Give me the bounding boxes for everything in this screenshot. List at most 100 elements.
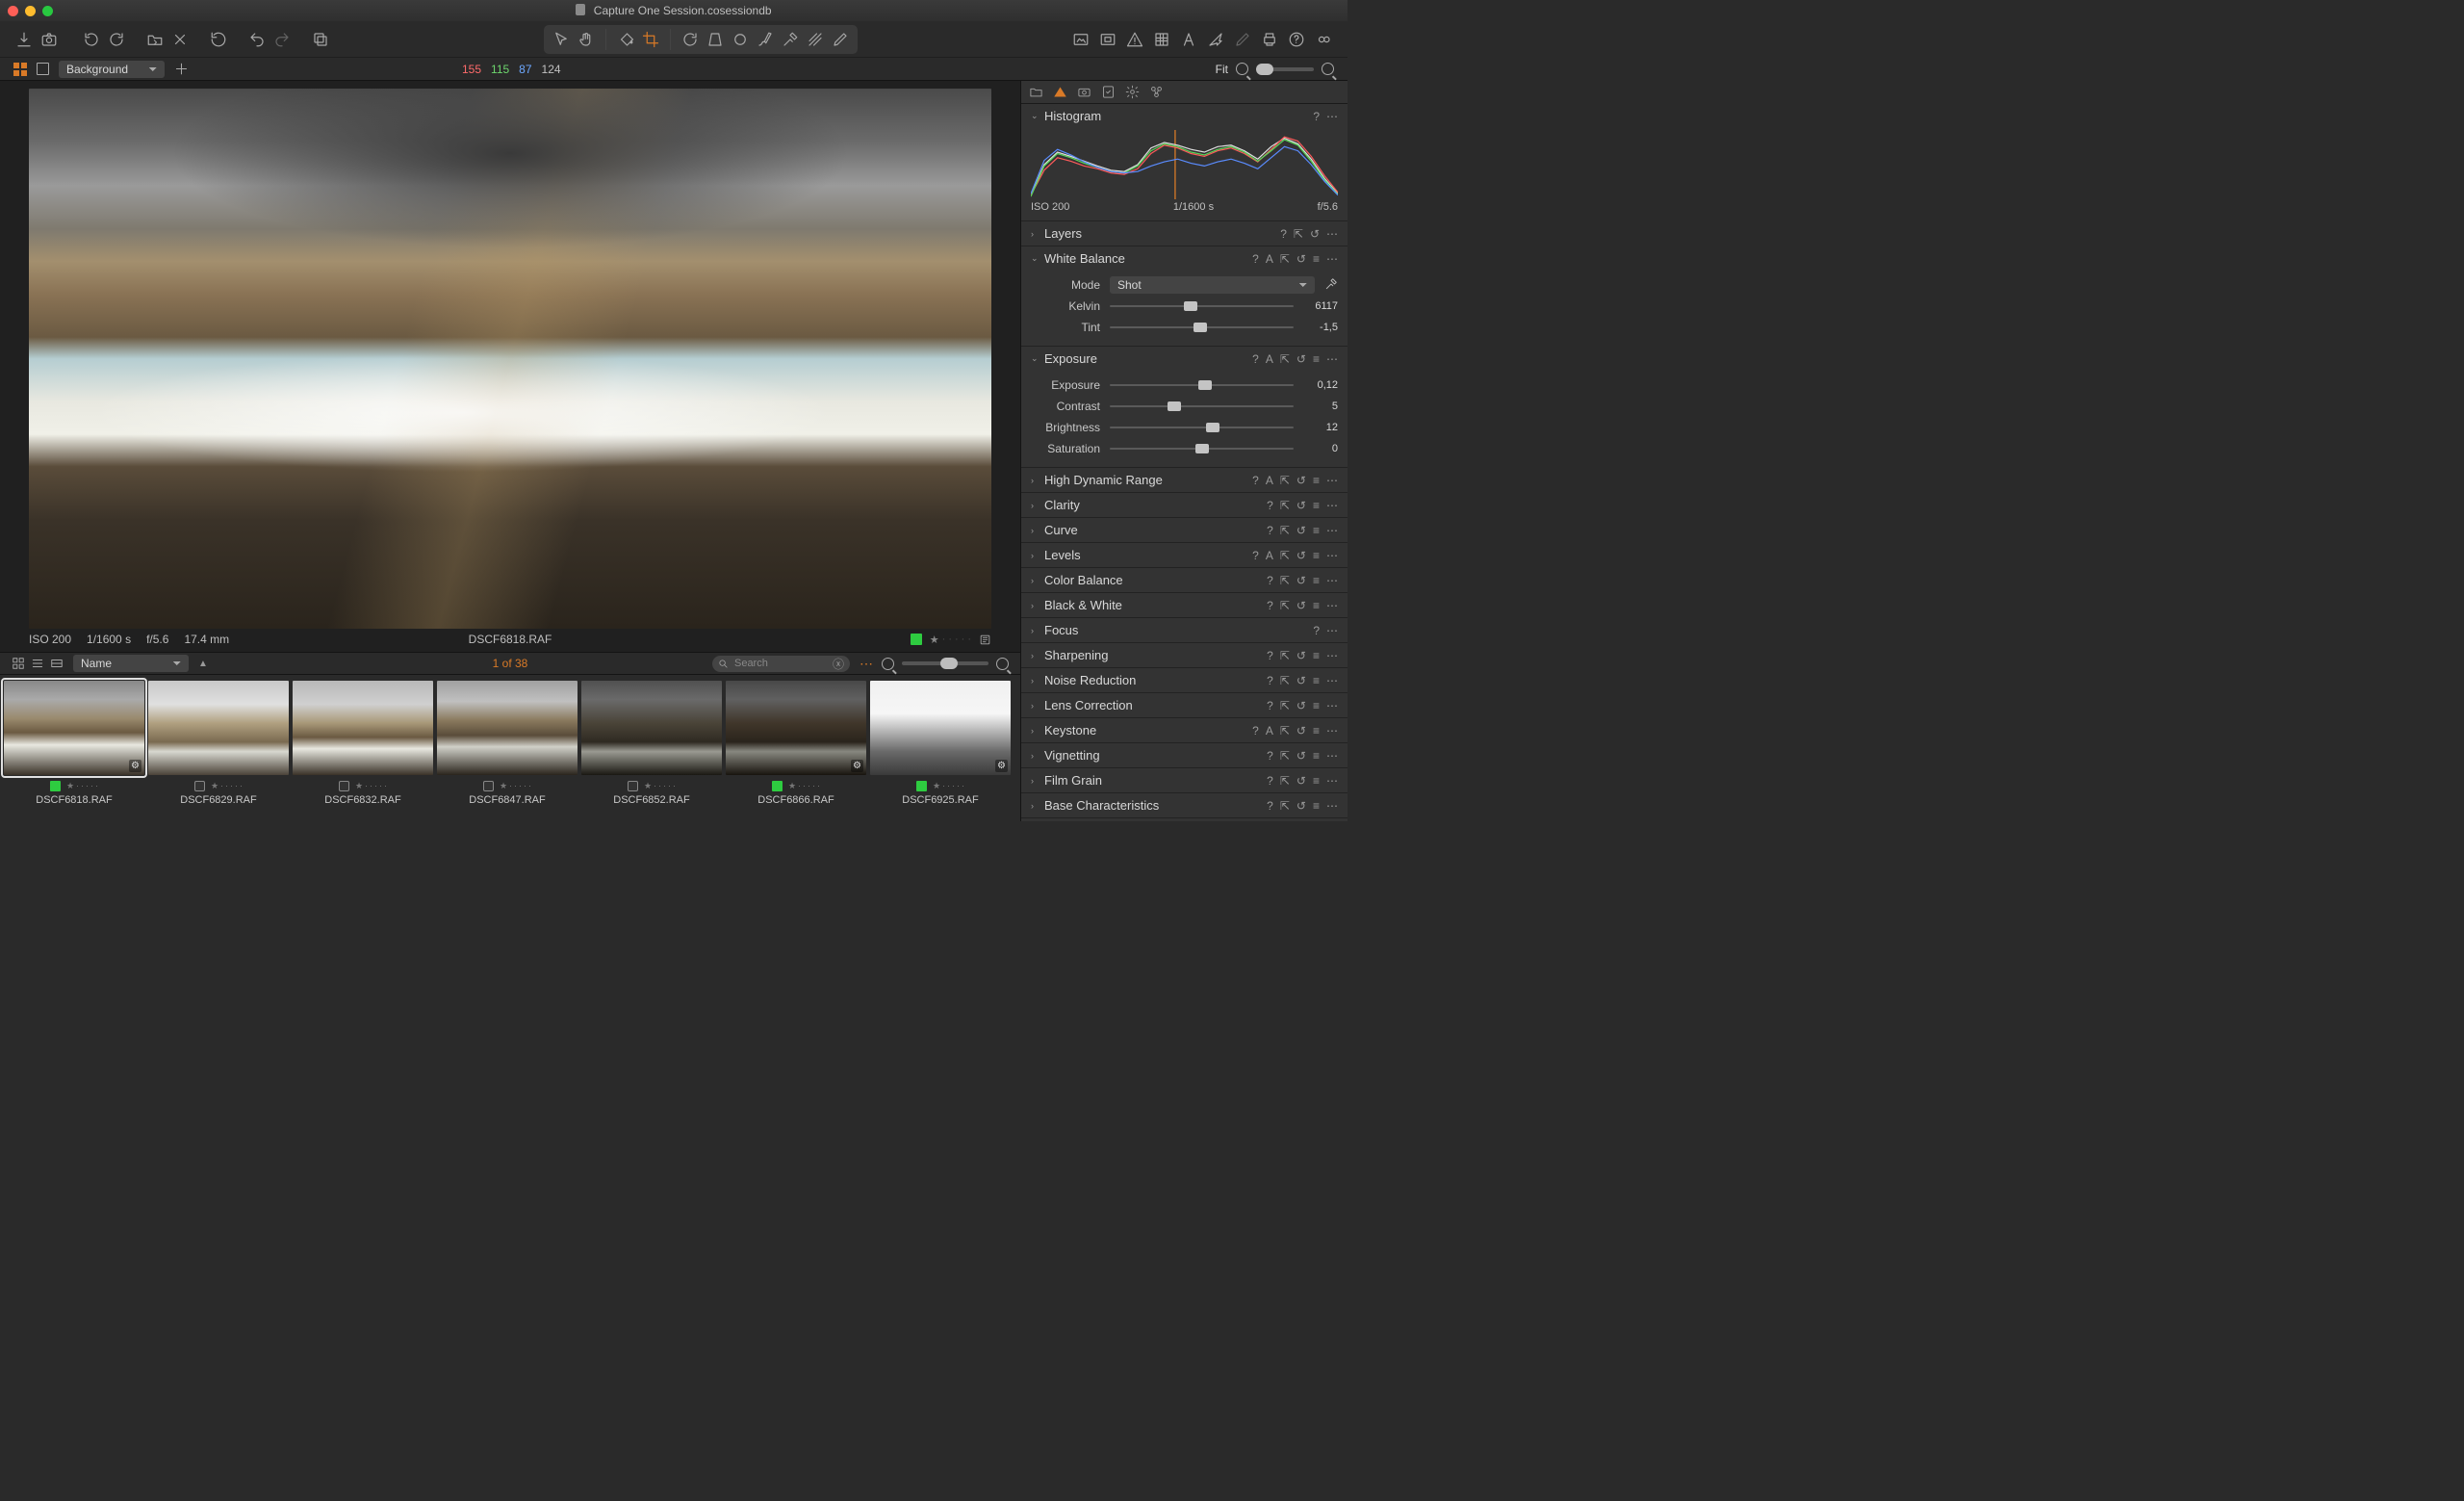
tool-action-icon[interactable]: ? <box>1267 699 1273 712</box>
redo-icon[interactable] <box>271 29 293 50</box>
spot-tool-icon[interactable] <box>729 28 752 51</box>
section-header-bw[interactable]: ›Black & White?⇱↺≡⋯ <box>1021 593 1348 617</box>
import-icon[interactable] <box>13 29 35 50</box>
image-viewer[interactable] <box>0 81 1020 631</box>
tool-action-icon[interactable]: ≡ <box>1313 699 1320 712</box>
edit-with-icon[interactable] <box>1232 29 1253 50</box>
wb-mode-select[interactable]: Shot <box>1110 276 1315 294</box>
tool-action-icon[interactable]: ≡ <box>1313 574 1320 587</box>
section-header-exposure[interactable]: ⌄ Exposure ?A⇱↺≡⋯ <box>1021 347 1348 371</box>
paint-bucket-tool-icon[interactable] <box>614 28 637 51</box>
text-icon[interactable] <box>1178 29 1199 50</box>
tool-action-icon[interactable]: ≡ <box>1313 799 1320 813</box>
tool-action-icon[interactable]: ? <box>1252 549 1259 562</box>
wb-tint-slider[interactable] <box>1110 321 1294 334</box>
layer-select[interactable]: Background <box>59 61 165 78</box>
tool-action-icon[interactable]: ≡ <box>1313 674 1320 687</box>
tool-action-icon[interactable]: ↺ <box>1296 474 1306 487</box>
tool-action-icon[interactable]: ⋯ <box>1326 699 1338 712</box>
print-icon[interactable] <box>1259 29 1280 50</box>
tool-action-icon[interactable]: ⇱ <box>1280 574 1290 587</box>
section-header-layers[interactable]: › Layers ?⇱↺⋯ <box>1021 221 1348 246</box>
section-header-histogram[interactable]: ⌄ Histogram ?⋯ <box>1021 104 1348 128</box>
section-header-lens[interactable]: ›Lens Correction?⇱↺≡⋯ <box>1021 693 1348 717</box>
thumb-rating[interactable]: ★ ····· <box>933 781 964 791</box>
annotation-tool-icon[interactable] <box>829 28 852 51</box>
tool-action-icon[interactable]: ⋯ <box>1326 774 1338 788</box>
tool-action-icon[interactable]: ⇱ <box>1280 549 1290 562</box>
tool-action-icon[interactable]: ⇱ <box>1280 674 1290 687</box>
section-header-base_char[interactable]: ›Base Characteristics?⇱↺≡⋯ <box>1021 793 1348 817</box>
tool-action-icon[interactable]: ⇱ <box>1280 724 1290 738</box>
brush-tool-icon[interactable] <box>754 28 777 51</box>
star-rating[interactable]: ★····· <box>930 634 971 646</box>
tool-action-icon[interactable]: ? <box>1267 524 1273 537</box>
sort-direction-icon[interactable]: ▲ <box>198 659 208 669</box>
exposure-warning-icon[interactable] <box>1070 29 1091 50</box>
tool-action-icon[interactable]: ≡ <box>1313 649 1320 662</box>
tool-action-icon[interactable]: ≡ <box>1313 474 1320 487</box>
tool-action-icon[interactable]: ↺ <box>1296 699 1306 712</box>
exp-contrast-slider[interactable] <box>1110 400 1294 413</box>
section-header-film_grain[interactable]: ›Film Grain?⇱↺≡⋯ <box>1021 768 1348 792</box>
tool-action-icon[interactable]: ⇱ <box>1280 599 1290 612</box>
tool-action-icon[interactable]: ⋯ <box>1326 524 1338 537</box>
thumbnail-card[interactable]: ⚙★ ·····DSCF6818.RAF <box>4 681 144 819</box>
thumbnail-card[interactable]: ★ ·····DSCF6852.RAF <box>581 681 722 819</box>
wb-kelvin-slider[interactable] <box>1110 299 1294 313</box>
capture-icon[interactable] <box>38 29 60 50</box>
color-tag-green[interactable] <box>911 634 922 645</box>
add-layer-button[interactable]: ＋ <box>174 59 189 79</box>
thumb-zoom-slider[interactable] <box>902 661 988 665</box>
grid-overlay-icon[interactable] <box>1151 29 1172 50</box>
tool-action-icon[interactable]: ↺ <box>1296 649 1306 662</box>
zoom-in-icon[interactable] <box>1322 63 1334 75</box>
tool-action-icon[interactable]: ⇱ <box>1280 474 1290 487</box>
tool-action-icon[interactable]: ? <box>1267 574 1273 587</box>
tool-action-icon[interactable]: ≡ <box>1313 524 1320 537</box>
section-header-curve[interactable]: ›Curve?⇱↺≡⋯ <box>1021 518 1348 542</box>
help-icon[interactable]: ? <box>1313 110 1320 123</box>
tool-action-icon[interactable]: ⇱ <box>1280 524 1290 537</box>
exp-brightness-slider[interactable] <box>1110 421 1294 434</box>
thumb-color-tag[interactable] <box>772 781 783 791</box>
tool-action-icon[interactable]: A <box>1266 724 1273 738</box>
thumb-rating[interactable]: ★ ····· <box>355 781 387 791</box>
multi-view-icon[interactable] <box>13 63 27 76</box>
sort-select[interactable]: Name <box>73 655 189 672</box>
tool-action-icon[interactable]: ? <box>1267 599 1273 612</box>
tool-action-icon[interactable]: ⇱ <box>1280 699 1290 712</box>
tool-action-icon[interactable]: ⋯ <box>1326 674 1338 687</box>
thumbnail-card[interactable]: ★ ·····DSCF6832.RAF <box>293 681 433 819</box>
tool-action-icon[interactable]: ⇱ <box>1280 499 1290 512</box>
section-header-vignetting[interactable]: ›Vignetting?⇱↺≡⋯ <box>1021 743 1348 767</box>
menu-icon[interactable]: ⋯ <box>1326 110 1338 123</box>
metadata-icon[interactable] <box>979 634 991 646</box>
rotate-tool-icon[interactable] <box>679 28 702 51</box>
tool-action-icon[interactable]: ⋯ <box>1326 749 1338 763</box>
tool-action-icon[interactable]: ≡ <box>1313 499 1320 512</box>
tool-action-icon[interactable]: ⋯ <box>1326 499 1338 512</box>
thumbnail-card[interactable]: ★ ·····DSCF6847.RAF <box>437 681 578 819</box>
exp-exposure-slider[interactable] <box>1110 378 1294 392</box>
thumb-rating[interactable]: ★ ····· <box>66 781 98 791</box>
exp-saturation-slider[interactable] <box>1110 442 1294 455</box>
tab-capture-icon[interactable] <box>1077 85 1091 99</box>
viewer-zoom-slider[interactable] <box>1256 67 1314 71</box>
tool-action-icon[interactable]: ⋯ <box>1326 574 1338 587</box>
move-to-folder-icon[interactable] <box>144 29 166 50</box>
tool-action-icon[interactable]: ⇱ <box>1280 799 1290 813</box>
tool-action-icon[interactable]: ≡ <box>1313 724 1320 738</box>
tool-action-icon[interactable]: ? <box>1267 749 1273 763</box>
delete-icon[interactable] <box>169 29 191 50</box>
section-header-hdr[interactable]: ›High Dynamic Range?A⇱↺≡⋯ <box>1021 468 1348 492</box>
export-arrow-icon[interactable] <box>1205 29 1226 50</box>
section-header-clarity[interactable]: ›Clarity?⇱↺≡⋯ <box>1021 493 1348 517</box>
tool-action-icon[interactable]: ? <box>1267 499 1273 512</box>
tool-action-icon[interactable]: ? <box>1267 799 1273 813</box>
browser-search[interactable]: ⓧ <box>712 656 850 672</box>
tool-action-icon[interactable]: ⋯ <box>1326 649 1338 662</box>
thumb-color-tag[interactable] <box>50 781 61 791</box>
tool-action-icon[interactable]: ⋯ <box>1326 799 1338 813</box>
thumb-zoom-out-icon[interactable] <box>882 658 894 670</box>
